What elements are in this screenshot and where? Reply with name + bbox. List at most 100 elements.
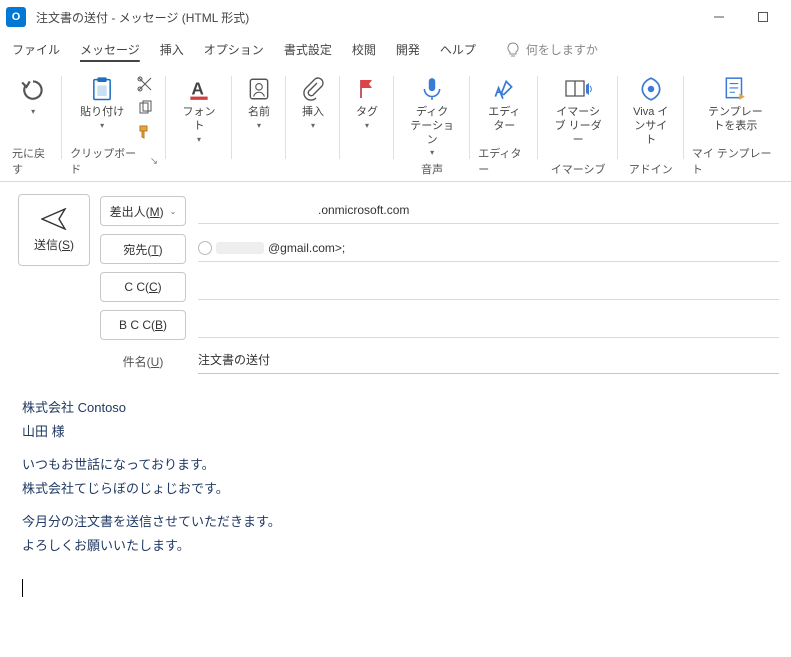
names-button[interactable]: 名前 ▾	[236, 70, 282, 132]
group-undo-label: 元に戻す	[8, 143, 58, 179]
chevron-down-icon: ▾	[430, 148, 434, 157]
svg-text:A: A	[191, 78, 204, 98]
paste-label: 貼り付け	[80, 106, 124, 120]
avatar-icon	[198, 241, 212, 255]
tell-me-label: 何をしますか	[526, 41, 598, 58]
to-button[interactable]: 宛先(T)	[100, 234, 186, 264]
group-addin-label: アドイン	[625, 159, 677, 179]
subject-field[interactable]: 注文書の送付	[198, 348, 779, 374]
immersive-reader-button[interactable]: イマーシ ブ リーダー	[542, 70, 613, 149]
show-templates-button[interactable]: テンプレー トを表示	[700, 70, 771, 136]
group-mytemplates: テンプレー トを表示 マイ テンプレート	[684, 66, 787, 181]
message-body[interactable]: 株式会社 Contoso 山田 様 いつもお世話になっております。 株式会社てじ…	[18, 374, 779, 613]
minimize-button[interactable]	[697, 2, 741, 32]
addressbook-icon	[244, 74, 274, 104]
send-button[interactable]: 送信(S)	[18, 194, 90, 266]
font-icon: A	[184, 74, 214, 104]
copy-button[interactable]	[134, 98, 156, 118]
dictation-button[interactable]: ディク テーション ▾	[398, 70, 466, 159]
menu-help[interactable]: ヘルプ	[430, 37, 486, 62]
group-font: A フォント ▾	[166, 66, 232, 181]
format-painter-button[interactable]	[134, 122, 156, 142]
body-line: よろしくお願いいたします。	[22, 536, 771, 556]
group-tag: タグ ▾	[340, 66, 394, 181]
cc-button[interactable]: C C(C)	[100, 272, 186, 302]
menu-insert[interactable]: 挿入	[150, 37, 194, 62]
editor-button[interactable]: エディ ター	[480, 70, 528, 136]
compose-area: 送信(S) 差出人(M)⌄ .onmicrosoft.com 宛先(T) @gm…	[0, 182, 791, 623]
flag-icon	[352, 74, 382, 104]
tag-label: タグ	[356, 106, 378, 120]
group-templates-label: マイ テンプレート	[688, 143, 783, 179]
group-addin: Viva イ ンサイト アドイン	[618, 66, 684, 181]
bcc-row: B C C(B)	[100, 310, 779, 340]
tag-button[interactable]: タグ ▾	[344, 70, 390, 132]
lightbulb-icon	[506, 42, 520, 58]
ribbon: ▾ 元に戻す 貼り付け ▾ クリップボード↘ A フォン	[0, 66, 791, 182]
subject-label: 件名(U)	[123, 353, 164, 370]
titlebar: O 注文書の送付 - メッセージ (HTML 形式)	[0, 0, 791, 34]
menu-developer[interactable]: 開発	[386, 37, 430, 62]
from-value: .onmicrosoft.com	[198, 198, 779, 224]
outlook-app-icon: O	[6, 7, 26, 27]
to-field[interactable]: @gmail.com>;	[198, 236, 779, 262]
paste-button[interactable]: 貼り付け ▾	[72, 70, 132, 132]
send-label: 送信(S)	[34, 238, 74, 252]
text-cursor	[22, 579, 23, 597]
group-undo: ▾ 元に戻す	[4, 66, 62, 181]
dialog-launcher-icon[interactable]: ↘	[150, 156, 158, 167]
chevron-down-icon: ▾	[100, 121, 104, 130]
chevron-down-icon: ▾	[31, 107, 35, 116]
from-selector[interactable]: 差出人(M)⌄	[100, 196, 186, 226]
attach-label: 挿入	[302, 106, 324, 120]
brush-icon	[137, 124, 153, 140]
group-voice: ディク テーション ▾ 音声	[394, 66, 470, 181]
group-editor-label: エディター	[474, 143, 534, 179]
body-line: 今月分の注文書を送信させていただきます。	[22, 512, 771, 532]
viva-insights-button[interactable]: Viva イ ンサイト	[622, 70, 680, 149]
chevron-down-icon: ▾	[365, 121, 369, 130]
group-insert: 挿入 ▾	[286, 66, 340, 181]
editor-label: エディ ター	[488, 106, 520, 134]
chevron-down-icon: ▾	[257, 121, 261, 130]
chevron-down-icon: ▾	[311, 121, 315, 130]
menu-review[interactable]: 校閲	[342, 37, 386, 62]
from-row: 差出人(M)⌄ .onmicrosoft.com	[100, 196, 779, 226]
recipient-chip[interactable]: @gmail.com>;	[198, 241, 345, 255]
dictation-label: ディク テーション	[406, 106, 458, 147]
font-button[interactable]: A フォント ▾	[170, 70, 228, 146]
menubar: ファイル メッセージ 挿入 オプション 書式設定 校閲 開発 ヘルプ 何をします…	[0, 34, 791, 66]
group-names: 名前 ▾	[232, 66, 286, 181]
bcc-button[interactable]: B C C(B)	[100, 310, 186, 340]
body-line: 株式会社 Contoso	[22, 398, 771, 418]
cc-field[interactable]	[198, 274, 779, 300]
menu-message[interactable]: メッセージ	[70, 37, 150, 62]
from-domain: .onmicrosoft.com	[318, 203, 409, 217]
tell-me[interactable]: 何をしますか	[506, 41, 598, 58]
font-label: フォント	[178, 106, 220, 134]
subject-row: 件名(U) 注文書の送付	[100, 348, 779, 374]
chevron-down-icon: ▾	[197, 135, 201, 144]
group-immersive: イマーシ ブ リーダー イマーシブ	[538, 66, 617, 181]
group-immersive-label: イマーシブ	[547, 159, 610, 179]
undo-button[interactable]: ▾	[10, 70, 56, 118]
group-voice-label: 音声	[417, 159, 447, 179]
undo-icon	[18, 74, 48, 104]
body-line: いつもお世話になっております。	[22, 455, 771, 475]
maximize-button[interactable]	[741, 2, 785, 32]
menu-options[interactable]: オプション	[194, 37, 274, 62]
viva-icon	[636, 74, 666, 104]
menu-format[interactable]: 書式設定	[274, 37, 342, 62]
attach-button[interactable]: 挿入 ▾	[290, 70, 336, 132]
template-label: テンプレー トを表示	[708, 106, 763, 134]
cut-button[interactable]	[134, 74, 156, 94]
bcc-field[interactable]	[198, 312, 779, 338]
send-icon	[41, 208, 67, 230]
template-icon	[720, 74, 750, 104]
menu-file[interactable]: ファイル	[2, 37, 70, 62]
group-editor: エディ ター エディター	[470, 66, 538, 181]
book-speaker-icon	[563, 74, 593, 104]
clipboard-icon	[87, 74, 117, 104]
paperclip-icon	[298, 74, 328, 104]
group-clipboard: 貼り付け ▾ クリップボード↘	[62, 66, 166, 181]
